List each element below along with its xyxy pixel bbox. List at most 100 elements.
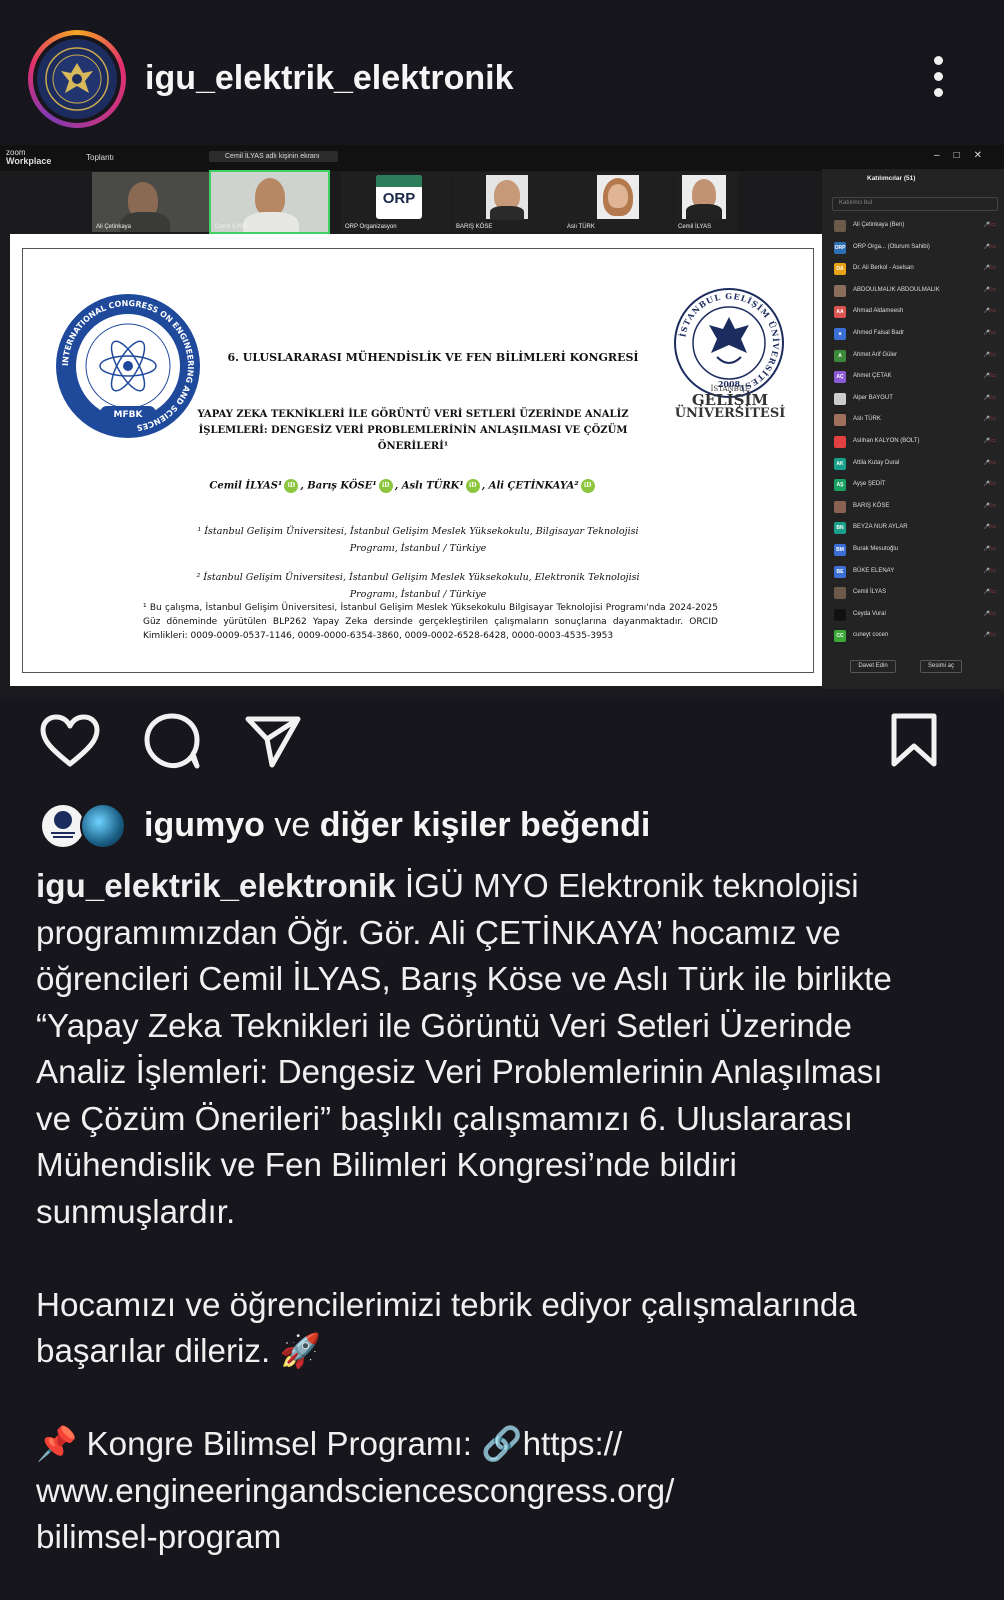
post-header: igu_elektrik_elektronik xyxy=(0,0,1004,150)
igu-logo-icon: İSTANBUL GELİŞİM ÜNİVERSİTESİ 2008 xyxy=(673,287,785,399)
participant-row[interactable]: ABDOULMALIK ABDOULMALIK 🎤̸ ▭ xyxy=(834,282,998,300)
likers-avatars[interactable] xyxy=(40,803,130,849)
orcid-icon: iD xyxy=(465,479,480,493)
more-options-icon[interactable] xyxy=(930,56,946,104)
participant-row[interactable]: DA Dr. Ali Berkol - Aselsan 🎤̸ ▭ xyxy=(834,260,998,278)
participant-row[interactable]: Alper BAYGUT 🎤̸ ▭ xyxy=(834,390,998,408)
participant-row[interactable]: AŞ Ayşe ŞEDİT 🎤̸ ▭ xyxy=(834,476,998,494)
mfbk-logo-icon: INTERNATIONAL CONGRESS ON ENGINEERING AN… xyxy=(55,293,201,439)
participant-avatar xyxy=(834,414,846,427)
muted-mic-icon: 🎤̸ ▭ xyxy=(983,308,996,315)
participant-name: BARIŞ KÖSE xyxy=(853,502,890,509)
caption-program-link[interactable]: 📌 Kongre Bilimsel Programı: 🔗https:// ww… xyxy=(36,1422,971,1562)
affiliation-2: ² İstanbul Gelişim Üniversitesi, İstanbu… xyxy=(196,572,640,600)
bookmark-icon[interactable] xyxy=(890,712,938,773)
participant-row[interactable]: Ceyda Vural 🎤̸ ▭ xyxy=(834,606,998,624)
window-controls: –□✕ xyxy=(934,150,996,161)
participant-row[interactable]: AA Ahmad Aldameesh 🎤̸ ▭ xyxy=(834,303,998,321)
caption-username[interactable]: igu_elektrik_elektronik xyxy=(36,868,396,905)
video-thumbnail[interactable]: BARIŞ KÖSE xyxy=(452,172,562,232)
profile-avatar[interactable] xyxy=(28,30,126,128)
participant-name: cuneyt cocen xyxy=(853,632,889,639)
svg-text:MFBK: MFBK xyxy=(114,410,144,420)
video-thumbnail[interactable]: ORP ORP Organizasyon xyxy=(341,172,451,232)
participant-name: Ali Çetinkaya (Ben) xyxy=(853,222,905,228)
share-icon[interactable] xyxy=(244,714,302,775)
participant-avatar xyxy=(834,392,846,405)
participant-name: Burak Mesutoğlu xyxy=(853,546,899,552)
thumbnail-label: Cemil İLYAS xyxy=(678,224,712,230)
muted-mic-icon: 🎤̸ ▭ xyxy=(983,524,996,531)
participant-avatar: DA xyxy=(834,263,846,276)
video-thumbnail[interactable]: Ali Çetinkaya xyxy=(92,172,209,232)
author-list: Cemil İLYAS¹ iD, Barış KÖSE¹ iD, Aslı TÜRK… xyxy=(183,479,623,493)
participant-avatar: AK xyxy=(834,457,846,470)
participant-name: Aslı TÜRK xyxy=(853,416,881,423)
zoom-meeting-label: Toplantı xyxy=(86,153,115,162)
participant-name: Ahmad Aldameesh xyxy=(853,308,904,315)
participant-name: BÜKE ELENAY xyxy=(853,567,895,574)
participant-row[interactable]: Aslı TÜRK 🎤̸ ▭ xyxy=(834,411,998,429)
comment-icon[interactable] xyxy=(142,712,202,775)
participant-row[interactable]: A Ahmet Arif Güler 🎤̸ ▭ xyxy=(834,347,998,365)
participant-row[interactable]: a Ahmed Faisal Badr 🎤̸ ▭ xyxy=(834,325,998,343)
muted-mic-icon: 🎤̸ ▭ xyxy=(983,222,996,228)
participant-name: Ayşe ŞEDİT xyxy=(853,481,886,488)
muted-mic-icon: 🎤̸ ▭ xyxy=(983,567,996,574)
participant-avatar: BN xyxy=(834,522,846,535)
participant-row[interactable]: BN BEYZA NUR AYLAR 🎤̸ ▭ xyxy=(834,519,998,537)
muted-mic-icon: 🎤̸ ▭ xyxy=(983,286,996,293)
participant-avatar xyxy=(834,587,846,600)
participant-avatar: CC xyxy=(834,630,846,643)
shared-slide: INTERNATIONAL CONGRESS ON ENGINEERING AN… xyxy=(10,234,827,686)
muted-mic-icon: 🎤̸ ▭ xyxy=(983,373,996,380)
zoom-logo: zoom Workplace xyxy=(6,148,52,166)
muted-mic-icon: 🎤̸ ▭ xyxy=(983,502,996,509)
participant-name: BEYZA NUR AYLAR xyxy=(853,524,908,531)
participant-name: Ceyda Vural xyxy=(853,610,886,617)
muted-mic-icon: 🎤̸ ▭ xyxy=(983,610,996,617)
congress-title: 6. ULUSLARARASI MÜHENDİSLİK VE FEN BİLİM… xyxy=(227,351,639,364)
participant-avatar xyxy=(834,284,846,297)
muted-mic-icon: 🎤̸ ▭ xyxy=(983,394,996,401)
video-thumbnail[interactable]: Aslı TÜRK xyxy=(563,172,673,232)
unmute-button[interactable]: Sesimi aç xyxy=(920,660,962,673)
muted-mic-icon: 🎤̸ ▭ xyxy=(983,351,996,358)
thumbnail-label: ORP Organizasyon xyxy=(345,224,397,230)
zoom-share-indicator: Cemil İLYAS adlı kişinin ekranı xyxy=(209,151,338,162)
video-thumbnail-active[interactable]: Cemil İLYAS xyxy=(209,170,330,234)
orcid-icon: iD xyxy=(580,479,595,493)
muted-mic-icon: 🎤̸ ▭ xyxy=(983,546,996,552)
participant-row[interactable]: AK Attila Kutay Dural 🎤̸ ▭ xyxy=(834,455,998,473)
participant-name: ABDOULMALIK ABDOULMALIK xyxy=(853,286,940,293)
participant-row[interactable]: BARIŞ KÖSE 🎤̸ ▭ xyxy=(834,498,998,516)
participant-avatar: BM xyxy=(834,544,846,556)
igu-name: İSTANBUL GELİŞİM ÜNİVERSİTESİ xyxy=(674,385,786,421)
muted-mic-icon: 🎤̸ ▭ xyxy=(983,589,996,596)
participant-row[interactable]: CC cuneyt cocen 🎤̸ ▭ xyxy=(834,627,998,645)
muted-mic-icon: 🎤̸ ▭ xyxy=(983,416,996,423)
participant-name: Ahmet Arif Güler xyxy=(853,351,898,358)
heart-icon[interactable] xyxy=(40,714,100,773)
post-username[interactable]: igu_elektrik_elektronik xyxy=(145,59,514,98)
likes-summary[interactable]: igumyo ve diğer kişiler beğendi xyxy=(144,806,650,845)
participant-avatar xyxy=(834,608,846,621)
participant-row[interactable]: BM Burak Mesutoğlu 🎤̸ ▭ xyxy=(834,541,998,559)
participant-row[interactable]: Cemil İLYAS 🎤̸ ▭ xyxy=(834,584,998,602)
participant-avatar: BE xyxy=(834,565,846,578)
participant-row[interactable]: Aslıhan KALYON (BOLT) 🎤̸ ▭ xyxy=(834,433,998,451)
participant-row[interactable]: Ali Çetinkaya (Ben) 🎤̸ ▭ xyxy=(834,217,998,235)
muted-mic-icon: 🎤̸ ▭ xyxy=(983,481,996,488)
participant-row[interactable]: BE BÜKE ELENAY 🎤̸ ▭ xyxy=(834,563,998,581)
invite-button[interactable]: Davet Edin xyxy=(850,660,896,673)
participant-name: Alper BAYGUT xyxy=(853,394,893,401)
muted-mic-icon: 🎤̸ ▭ xyxy=(983,243,996,250)
video-thumbnail[interactable]: Cemil İLYAS xyxy=(674,172,738,232)
muted-mic-icon: 🎤̸ ▭ xyxy=(983,632,996,639)
participants-panel: Katılımcılar (51) Katılımcı bul Ali Çeti… xyxy=(822,169,1004,689)
participant-row[interactable]: AÇ Ahmet ÇETAK 🎤̸ ▭ xyxy=(834,368,998,386)
post-caption: igu_elektrik_elektronik İGÜ MYO Elektron… xyxy=(36,864,971,1562)
participant-search-input[interactable]: Katılımcı bul xyxy=(832,197,998,211)
post-media[interactable]: zoom Workplace Toplantı Cemil İLYAS adlı… xyxy=(0,145,1004,697)
participant-row[interactable]: ORP ORP Orga... (Oturum Sahibi) 🎤̸ ▭ xyxy=(834,239,998,257)
